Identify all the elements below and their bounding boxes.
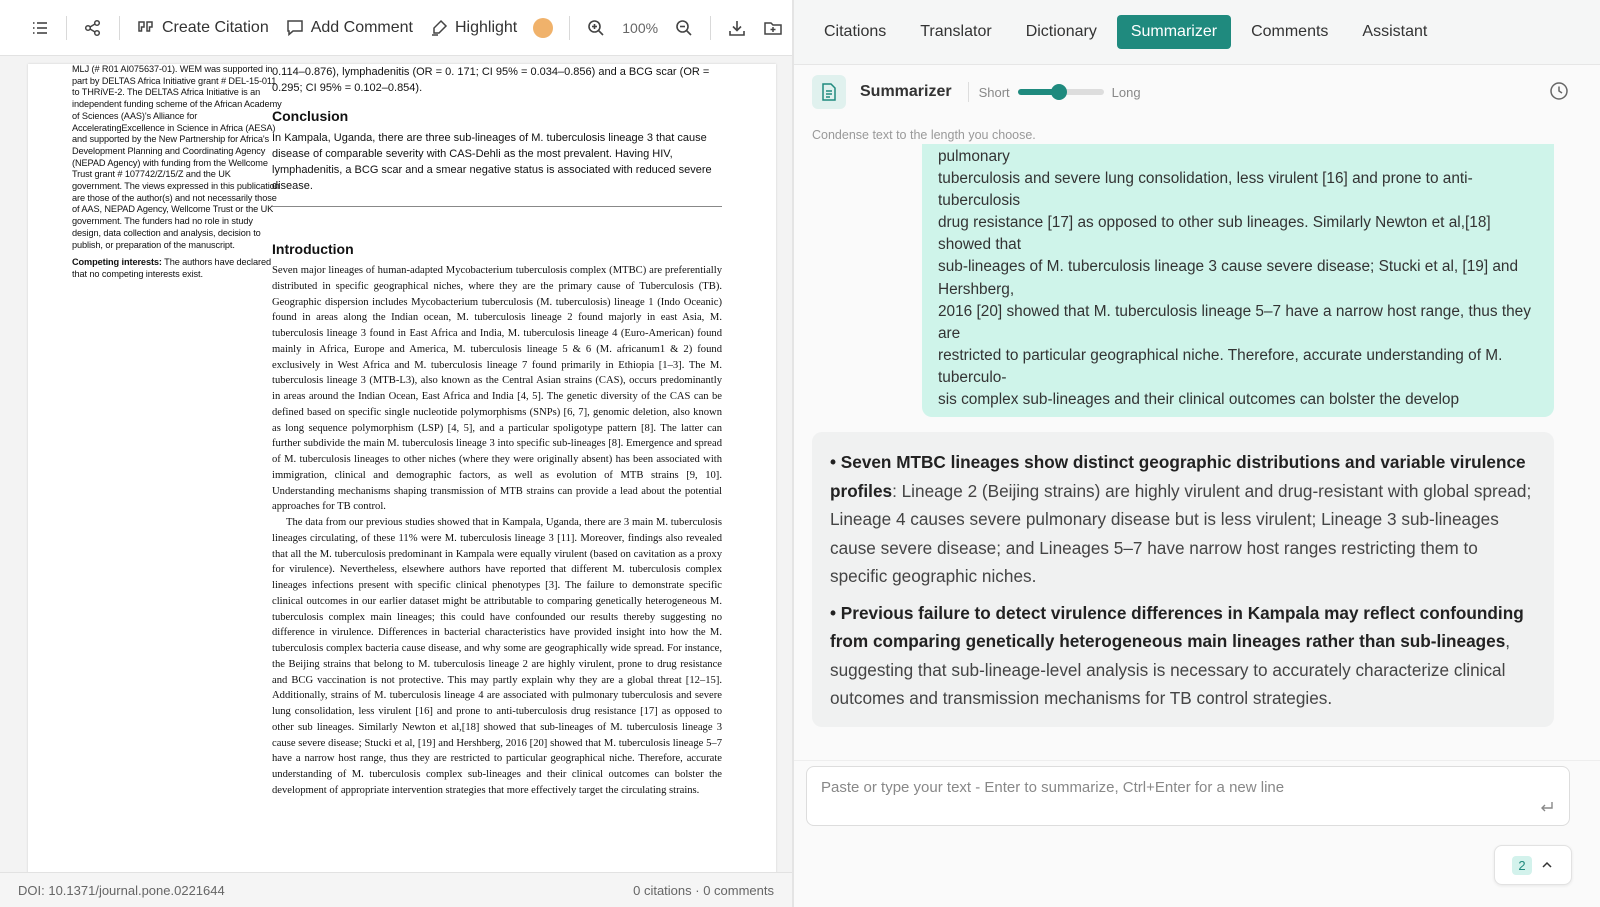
page-indicator[interactable]: 2 bbox=[1494, 845, 1572, 885]
download-icon bbox=[729, 20, 745, 36]
summarizer-title: Summarizer bbox=[860, 83, 952, 100]
document-viewport[interactable]: MLJ (# R01 AI075637-01). WEM was support… bbox=[0, 56, 792, 872]
user-message-line: sis complex sub-lineages and their clini… bbox=[938, 391, 1459, 409]
citation-comment-count: 0 citations · 0 comments bbox=[633, 882, 774, 898]
panel-tabs: Citations Translator Dictionary Summariz… bbox=[794, 0, 1600, 65]
list-icon bbox=[33, 21, 47, 34]
user-message-line: tuberculosis and severe lung consolidati… bbox=[938, 170, 1473, 188]
competing-interests-label: Competing interests: bbox=[72, 257, 162, 268]
outline-button[interactable] bbox=[22, 10, 58, 46]
toolbar-separator bbox=[66, 15, 67, 40]
tab-translator[interactable]: Translator bbox=[906, 15, 1005, 49]
user-message-bubble: pulmonary tuberculosis and severe lung co… bbox=[922, 144, 1554, 418]
zoom-out-button[interactable] bbox=[666, 10, 702, 46]
tab-summarizer[interactable]: Summarizer bbox=[1116, 15, 1232, 49]
summarizer-icon-box bbox=[812, 75, 846, 109]
highlight-label: Highlight bbox=[454, 18, 518, 36]
summary-length-slider[interactable] bbox=[1017, 84, 1104, 100]
summarize-input[interactable] bbox=[821, 779, 1521, 796]
quote-icon bbox=[138, 20, 153, 32]
chevron-up-icon bbox=[1542, 861, 1552, 868]
doi-text: DOI: 10.1371/journal.pone.0221644 bbox=[18, 882, 225, 898]
highlighter-icon bbox=[431, 19, 448, 36]
document-pane: Create Citation Add Comment Highlight 10… bbox=[0, 0, 792, 907]
assistant-panel: Citations Translator Dictionary Summariz… bbox=[794, 0, 1600, 907]
conclusion-heading: Conclusion bbox=[272, 108, 349, 124]
user-message-line: are bbox=[938, 324, 961, 342]
download-button[interactable] bbox=[719, 10, 755, 46]
intro-paragraph-1: Seven major lineages of human-adapted My… bbox=[272, 265, 722, 513]
summary-bullet-heading: • Previous failure to detect virulence d… bbox=[830, 602, 1524, 652]
summarizer-header: Summarizer Short Long bbox=[794, 66, 1600, 118]
chat-scroll-area[interactable]: pulmonary tuberculosis and severe lung co… bbox=[794, 144, 1600, 764]
tab-assistant[interactable]: Assistant bbox=[1348, 15, 1441, 49]
user-message-line: drug resistance [17] as opposed to other… bbox=[938, 214, 1491, 232]
highlight-button[interactable]: Highlight bbox=[421, 10, 525, 46]
user-message-line: pulmonary bbox=[938, 148, 1010, 165]
input-area: 2 bbox=[794, 760, 1600, 907]
zoom-in-icon bbox=[588, 19, 604, 36]
short-label: Short bbox=[978, 84, 1010, 100]
introduction-heading: Introduction bbox=[272, 241, 354, 257]
share-icon bbox=[84, 19, 101, 36]
tab-citations[interactable]: Citations bbox=[810, 15, 900, 49]
zoom-out-icon bbox=[676, 19, 692, 36]
zoom-level: 100% bbox=[622, 19, 659, 36]
user-message-line: Hershberg, bbox=[938, 280, 1015, 298]
toolbar-separator bbox=[569, 15, 571, 40]
page-side-column: MLJ (# R01 AI075637-01). WEM was support… bbox=[72, 64, 282, 281]
history-icon[interactable] bbox=[1548, 80, 1570, 102]
add-comment-label: Add Comment bbox=[310, 18, 413, 36]
user-message-line: tuberculo- bbox=[938, 368, 1007, 386]
summary-bullet-text: : Lineage 2 (Beijing strains) are highly… bbox=[830, 480, 1532, 587]
user-message-line: restricted to particular geographical ni… bbox=[938, 346, 1503, 364]
long-label: Long bbox=[1111, 84, 1141, 100]
funding-statement: MLJ (# R01 AI075637-01). WEM was support… bbox=[72, 64, 282, 250]
pdf-page[interactable]: MLJ (# R01 AI075637-01). WEM was support… bbox=[28, 64, 776, 872]
save-to-folder-button[interactable] bbox=[755, 10, 791, 46]
folder-plus-icon bbox=[764, 21, 782, 35]
toolbar-separator bbox=[119, 15, 120, 40]
document-toolbar: Create Citation Add Comment Highlight 10… bbox=[0, 0, 792, 56]
page-main-column: 0.114–0.876), lymphadenitis (OR = 0. 171… bbox=[272, 64, 722, 799]
abstract-continuation: 0.114–0.876), lymphadenitis (OR = 0. 171… bbox=[272, 66, 710, 94]
zoom-in-button[interactable] bbox=[578, 10, 614, 46]
intro-paragraph-2: The data from our previous studies showe… bbox=[272, 517, 722, 796]
page-number-badge: 2 bbox=[1512, 855, 1532, 875]
summary-response: • Seven MTBC lineages show distinct geog… bbox=[812, 432, 1554, 727]
highlight-color-swatch[interactable] bbox=[533, 17, 554, 38]
tab-comments[interactable]: Comments bbox=[1237, 15, 1342, 49]
header-separator bbox=[967, 82, 969, 102]
introduction-body: Seven major lineages of human-adapted My… bbox=[272, 263, 722, 799]
create-citation-label: Create Citation bbox=[162, 18, 269, 36]
document-icon bbox=[822, 83, 836, 101]
user-message-line: 2016 [20] showed that M. tuberculosis li… bbox=[938, 302, 1531, 320]
slider-handle[interactable] bbox=[1050, 84, 1067, 100]
summary-bullet: • Seven MTBC lineages show distinct geog… bbox=[830, 448, 1536, 591]
enter-icon[interactable] bbox=[1539, 799, 1555, 815]
summary-bullet: • Previous failure to detect virulence d… bbox=[830, 599, 1536, 713]
tab-dictionary[interactable]: Dictionary bbox=[1012, 15, 1111, 49]
toolbar-separator bbox=[710, 15, 712, 40]
share-button[interactable] bbox=[75, 10, 111, 46]
competing-interests: Competing interests: The authors have de… bbox=[72, 257, 282, 280]
section-divider bbox=[272, 206, 722, 207]
user-message-line: sub-lineages of M. tuberculosis lineage … bbox=[938, 258, 1519, 276]
input-box bbox=[806, 766, 1570, 826]
document-status-bar: DOI: 10.1371/journal.pone.0221644 0 cita… bbox=[0, 872, 792, 907]
add-comment-button[interactable]: Add Comment bbox=[277, 10, 421, 46]
create-citation-button[interactable]: Create Citation bbox=[128, 10, 277, 46]
user-message-line: showed that bbox=[938, 236, 1021, 254]
summarizer-description: Condense text to the length you choose. bbox=[812, 128, 1036, 142]
comment-icon bbox=[286, 19, 303, 36]
conclusion-text: In Kampala, Uganda, there are three sub-… bbox=[272, 132, 712, 192]
user-message-line: tuberculosis bbox=[938, 192, 1021, 210]
